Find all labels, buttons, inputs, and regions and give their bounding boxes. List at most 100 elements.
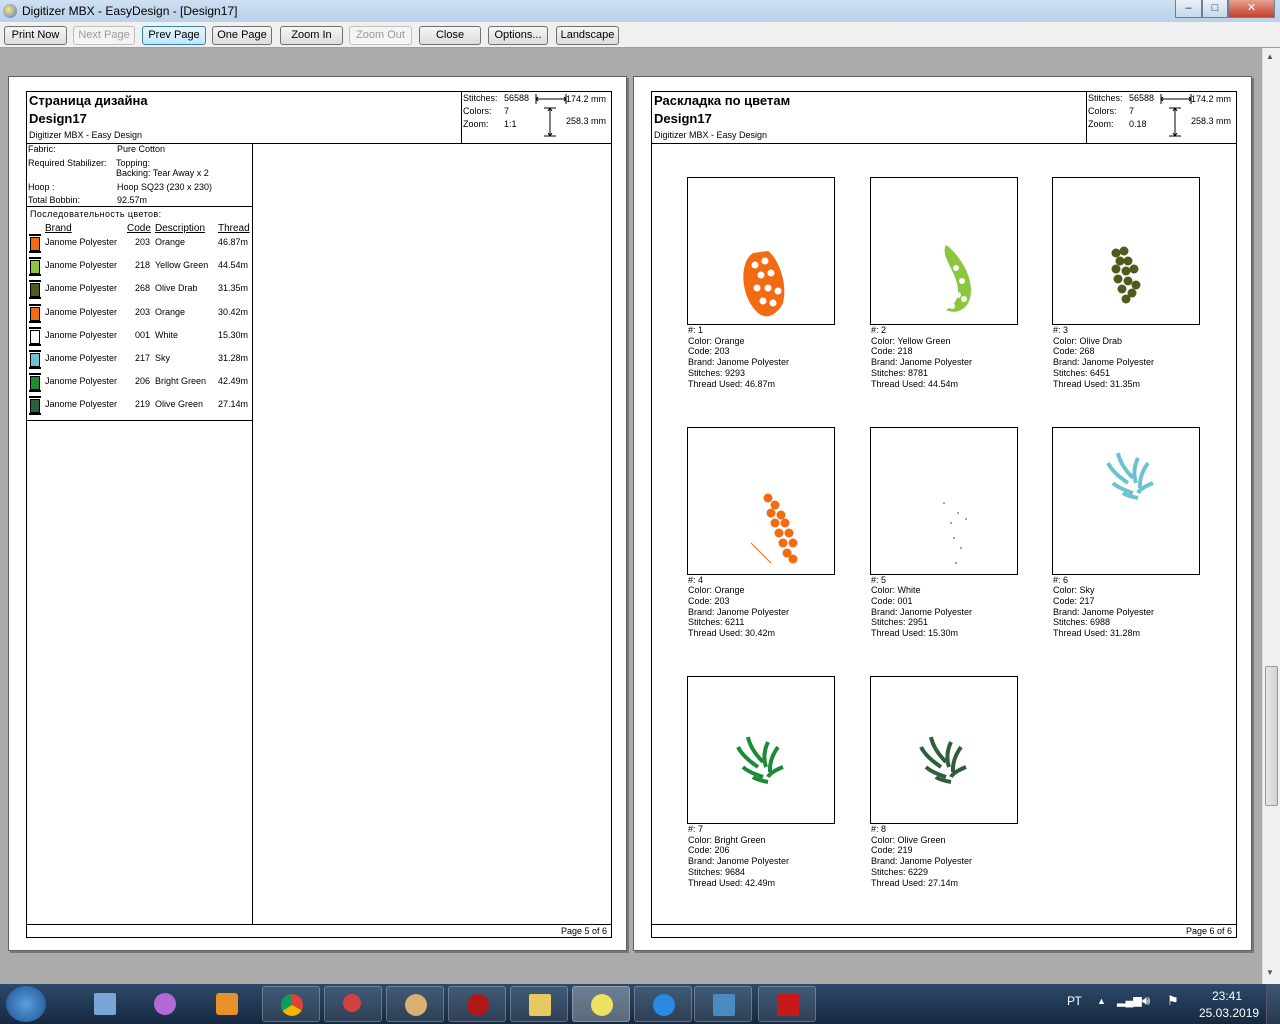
clock-time[interactable]: 23:41 [1212,989,1242,1003]
scroll-up-icon[interactable]: ▲ [1266,52,1274,61]
close-button[interactable]: Close [419,26,481,45]
thread-spool-icon [29,303,41,324]
cell-number: #: 8 [871,824,887,834]
color-preview [870,177,1018,325]
close-window-button[interactable]: ✕ [1228,0,1275,18]
design-name: Design17 [654,111,712,126]
landscape-button[interactable]: Landscape [556,26,619,45]
zoom-label: Zoom: [1088,119,1114,129]
network-icon[interactable]: ▂▄▆ [1117,994,1142,1007]
embroidery-preview-icon [750,493,798,563]
cell-brand: Brand: Janome Polyester [1053,357,1155,368]
page-6: Раскладка по цветам Design17 Digitizer M… [633,76,1252,951]
color-thread: 31.28m [218,353,249,363]
cell-thread: Thread Used: 15.30m [871,628,959,639]
clock-date[interactable]: 25.03.2019 [1199,1006,1259,1020]
vertical-scrollbar[interactable]: ▲ ▼ [1262,48,1280,984]
taskbar-app-pdf[interactable] [758,986,816,1022]
cell-stitches: Stitches: 6451 [1053,367,1111,378]
taskbar-app-flower[interactable] [136,986,194,1022]
color-brand: Janome Polyester [45,306,118,317]
cell-caption: #: 8 Color: Olive Green Code: 219 Brand:… [871,824,972,888]
cell-stitches: Stitches: 8781 [871,367,929,378]
cell-color: Color: Sky [1053,585,1095,596]
embroidery-preview-icon [736,736,784,784]
cell-stitches: Stitches: 9293 [688,367,746,378]
color-code: 219 [135,399,151,410]
zoom-in-button[interactable]: Zoom In [280,26,343,45]
color-preview [687,426,835,575]
taskbar-app-explorer[interactable] [510,986,568,1022]
cell-color: Color: Olive Green [871,834,946,845]
hoop-value: Hoop SQ23 (230 x 230) [117,182,213,192]
color-brand: Janome Polyester [45,283,118,294]
color-code: 001 [135,329,151,340]
color-preview [1052,177,1200,325]
embroidery-preview-icon [743,251,785,317]
cell-code: Code: 203 [688,595,730,606]
width-value: 174.2 mm [566,94,607,104]
taskbar-app-red[interactable] [448,986,506,1022]
taskbar-app-digitizer[interactable] [572,986,630,1022]
bobbin-label: Total Bobbin: [28,195,81,205]
cell-code: Code: 218 [871,346,913,357]
one-page-button[interactable]: One Page [212,26,272,45]
taskbar-app-computer[interactable] [76,986,134,1022]
taskbar-app-media[interactable] [198,986,256,1022]
cell-brand: Brand: Janome Polyester [871,357,973,368]
volume-icon[interactable]: 🔊︎ [1142,993,1150,1009]
embroidery-preview-icon [1111,246,1141,304]
color-thread: 27.14m [218,399,249,410]
thread-spool-icon [29,396,41,416]
zoom-value: 0.18 [1129,119,1147,129]
show-desktop-button[interactable] [1266,984,1280,1024]
page-number: Page 6 of 6 [1185,926,1232,936]
cell-color: Color: Orange [688,585,745,596]
maximize-button[interactable]: □ [1202,0,1228,18]
scrollbar-thumb[interactable] [1265,666,1278,806]
taskbar-app-chrome[interactable] [262,986,320,1022]
hoop-label: Hoop : [28,182,55,192]
col-thread: Thread [218,223,250,234]
stitches-value: 56588 [504,93,530,103]
show-hidden-icons[interactable]: ▲ [1097,996,1106,1006]
cell-brand: Brand: Janome Polyester [688,856,790,867]
height-value: 258.3 mm [1191,116,1232,126]
colors-value: 7 [504,106,510,116]
color-sequence-heading: Последовательность цветов: [30,209,162,219]
language-indicator[interactable]: РТ [1067,994,1082,1008]
start-button[interactable] [6,986,46,1022]
cell-brand: Brand: Janome Polyester [688,606,790,617]
minimize-button[interactable]: – [1175,0,1202,18]
zoom-value: 1:1 [504,119,517,129]
cell-number: #: 2 [871,325,887,335]
prev-page-button[interactable]: Prev Page [142,26,206,45]
cell-thread: Thread Used: 31.35m [1053,378,1141,389]
color-brand: Janome Polyester [45,329,118,340]
cell-thread: Thread Used: 27.14m [871,877,959,888]
app-icon [3,4,17,18]
taskbar-app-photos[interactable] [694,986,752,1022]
options-button[interactable]: Options... [488,26,548,45]
color-code: 206 [135,376,151,387]
color-thread: 46.87m [218,237,249,247]
action-center-flag-icon[interactable]: ⚑ [1167,993,1179,1009]
thread-spool-icon [29,257,41,277]
cell-code: Code: 219 [871,845,913,856]
color-thread: 44.54m [218,260,249,271]
scroll-down-icon[interactable]: ▼ [1266,968,1274,977]
zoom-out-button[interactable]: Zoom Out [349,26,412,45]
print-now-button[interactable]: Print Now [4,26,67,45]
cell-number: #: 5 [871,574,887,585]
taskbar-app-paint[interactable] [386,986,444,1022]
taskbar-app-blue[interactable] [634,986,692,1022]
thread-spool-icon [29,373,41,393]
cell-caption: #: 6 Color: Sky Code: 217 Brand: Janome … [1053,575,1154,639]
cell-brand: Brand: Janome Polyester [871,606,973,617]
page-6-frame: Раскладка по цветам Design17 Digitizer M… [651,91,1237,938]
next-page-button[interactable]: Next Page [73,26,135,45]
page-title: Страница дизайна [29,93,148,108]
color-description: Sky [155,353,171,363]
zoom-label: Zoom: [463,119,489,129]
taskbar-app-scissors[interactable] [324,986,382,1022]
